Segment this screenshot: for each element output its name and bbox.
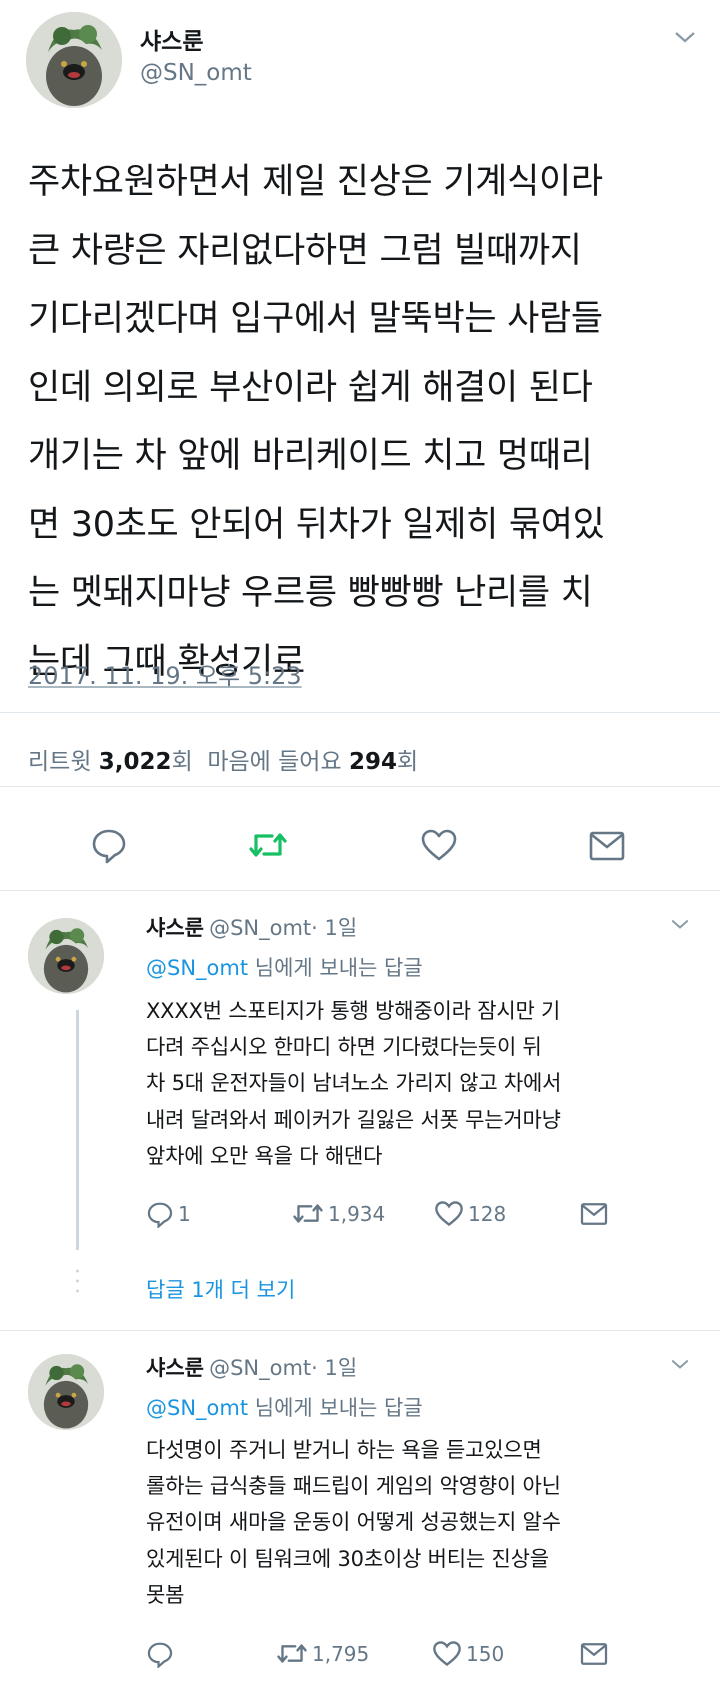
retweet-count: 1,934 — [328, 1201, 386, 1226]
avatar[interactable] — [26, 12, 122, 108]
retweet-icon[interactable] — [248, 828, 288, 862]
like-button[interactable]: 150 — [432, 1640, 504, 1667]
dm-icon[interactable] — [589, 830, 625, 862]
reply-to-user-link[interactable]: @SN_omt — [146, 956, 248, 980]
reply-time[interactable]: · 1일 — [311, 916, 357, 940]
retweet-label: 리트윗 — [28, 749, 92, 775]
reply-icon[interactable] — [90, 826, 128, 864]
replying-to: @SN_omt 님에게 보내는 답글 — [146, 952, 423, 982]
reply-actions: 1 1,934 128 — [146, 1200, 706, 1230]
user-handle[interactable]: @SN_omt — [209, 916, 311, 940]
like-count: 128 — [468, 1201, 507, 1226]
user-handle[interactable]: @SN_omt — [140, 60, 252, 86]
tweet-text: 주차요원하면서 제일 진상은 기계식이라 큰 차량은 자리없다하면 그럼 빌때까… — [28, 162, 605, 682]
thread-line — [76, 1010, 79, 1250]
display-name[interactable]: 샤스룬 — [140, 22, 203, 56]
display-name[interactable]: 샤스룬 — [146, 1356, 204, 1380]
reply-text: XXXX번 스포티지가 통행 방해중이라 잠시만 기 다려 주십시오 한마디 하… — [146, 999, 562, 1168]
avatar[interactable] — [28, 1354, 104, 1430]
like-label: 마음에 들어요 — [207, 749, 342, 775]
replying-to: @SN_omt 님에게 보내는 답글 — [146, 1392, 423, 1422]
divider — [0, 786, 720, 787]
dm-button[interactable] — [580, 1642, 608, 1666]
retweet-count: 1,795 — [312, 1641, 370, 1666]
reply-to-suffix: 님에게 보내는 답글 — [254, 956, 423, 980]
chevron-down-icon[interactable] — [674, 30, 696, 44]
show-more-replies-link[interactable]: 답글 1개 더 보기 — [146, 1274, 295, 1304]
reply-actions: 1,795 150 — [146, 1640, 706, 1670]
divider — [0, 1330, 720, 1331]
like-button[interactable]: 128 — [434, 1200, 506, 1227]
retweet-button[interactable]: 1,795 — [276, 1640, 369, 1667]
reply-button[interactable] — [146, 1640, 178, 1668]
like-count-suffix: 회 — [396, 749, 419, 775]
retweet-button[interactable]: 1,934 — [292, 1200, 385, 1227]
retweet-icon — [293, 1204, 323, 1223]
reply-header: 샤스룬 @SN_omt· 1일 — [146, 1352, 357, 1382]
dm-button[interactable] — [580, 1202, 608, 1226]
chevron-down-icon[interactable] — [670, 1358, 690, 1370]
like-count[interactable]: 294 — [349, 749, 397, 775]
more-replies-dots — [76, 1268, 79, 1298]
reply-time[interactable]: · 1일 — [311, 1356, 357, 1380]
retweet-count-suffix: 회 — [171, 749, 193, 775]
like-icon[interactable] — [420, 828, 458, 862]
like-icon — [433, 1641, 461, 1667]
tweet-stats: 리트윗 3,022회 마음에 들어요 294회 — [28, 742, 418, 776]
dm-icon — [580, 1643, 608, 1665]
tweet-timestamp[interactable]: 2017. 11. 19. 오후 5:23 — [28, 656, 302, 691]
reply-text: 다섯명이 주거니 받거니 하는 욕을 듣고있으면 롤하는 급식충들 패드립이 게… — [146, 1438, 561, 1607]
retweet-icon — [277, 1644, 307, 1663]
reply-to-suffix: 님에게 보내는 답글 — [254, 1396, 423, 1420]
like-icon — [435, 1201, 463, 1227]
divider — [0, 890, 720, 891]
reply-button[interactable]: 1 — [146, 1200, 191, 1228]
user-handle[interactable]: @SN_omt — [209, 1356, 311, 1380]
reply-count: 1 — [178, 1202, 191, 1226]
reply-to-user-link[interactable]: @SN_omt — [146, 1396, 248, 1420]
retweet-count[interactable]: 3,022 — [99, 749, 172, 775]
chevron-down-icon[interactable] — [670, 918, 690, 930]
like-count: 150 — [466, 1641, 505, 1666]
reply-header: 샤스룬 @SN_omt· 1일 — [146, 912, 357, 942]
reply-icon — [147, 1642, 173, 1668]
reply-icon — [147, 1202, 173, 1228]
dm-icon — [580, 1203, 608, 1225]
display-name[interactable]: 샤스룬 — [146, 916, 204, 940]
divider — [0, 712, 720, 713]
avatar[interactable] — [28, 918, 104, 994]
